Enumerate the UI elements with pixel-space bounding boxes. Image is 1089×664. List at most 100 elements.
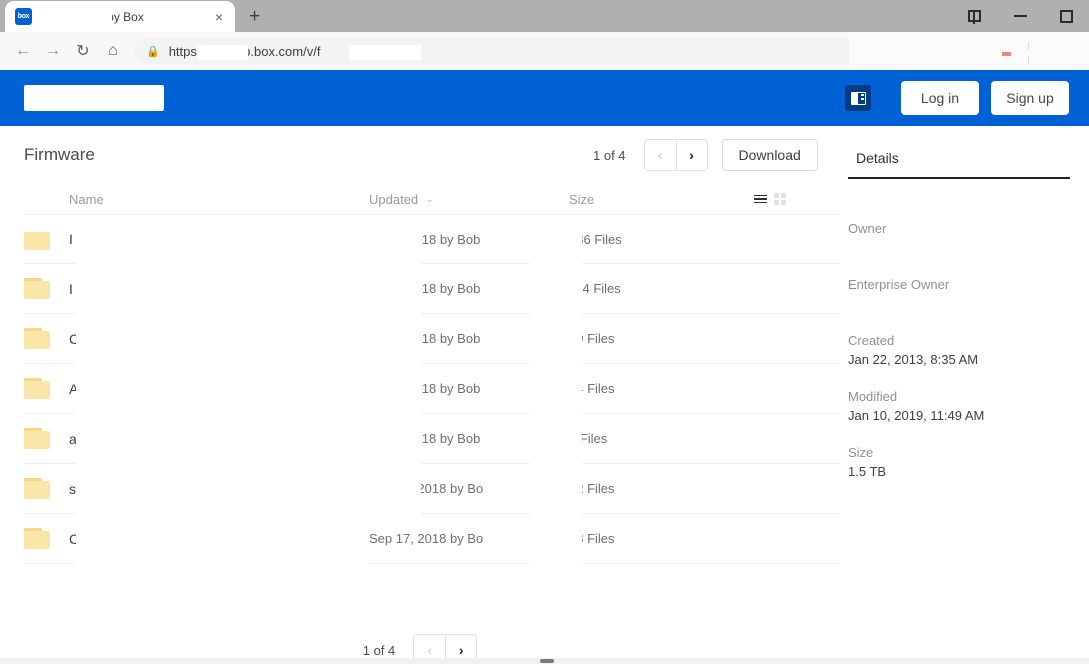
browser-chrome: box _ | Powered by Box × + ← → ↻ ⌂ 🔒 htt… bbox=[0, 0, 1089, 70]
cell-updated: Oct 2, 2018 by Bob bbox=[369, 431, 569, 446]
folder-name: C k bbox=[69, 531, 90, 547]
folder-name: I bbox=[69, 231, 73, 247]
bottom-page-count: 1 of 4 bbox=[363, 643, 396, 658]
table-row[interactable]: A Oct 2, 2018 by Bob24 Files bbox=[24, 364, 840, 414]
cell-name[interactable]: C k bbox=[24, 528, 369, 549]
download-button[interactable]: Download bbox=[722, 139, 818, 171]
minimize-icon[interactable] bbox=[997, 0, 1043, 32]
cell-name[interactable]: I bbox=[24, 229, 369, 250]
file-list: IOct 2, 2018 by Bob186 FilesIOct 2, 2018… bbox=[0, 214, 840, 564]
folder-icon bbox=[24, 478, 50, 499]
folder-icon bbox=[24, 278, 50, 299]
table-row[interactable]: s Sep 24, 2018 by Bo52 Files bbox=[24, 464, 840, 514]
cell-size: 186 Files bbox=[569, 232, 754, 247]
home-icon[interactable]: ⌂ bbox=[98, 36, 128, 66]
cell-size: 52 Files bbox=[569, 481, 754, 496]
cell-size: 99 Files bbox=[569, 331, 754, 346]
restore-windows-icon[interactable] bbox=[951, 0, 997, 32]
owner-redaction-right bbox=[944, 240, 1064, 257]
grid-view-icon[interactable] bbox=[774, 193, 786, 205]
cell-updated: Oct 2, 2018 by Bob bbox=[369, 281, 569, 296]
detail-size-label: Size bbox=[848, 445, 1089, 460]
table-header-row: Name Updated ⌄ Size bbox=[0, 184, 840, 214]
cell-updated: Sep 17, 2018 by Bo bbox=[369, 531, 569, 546]
tab-strip: box _ | Powered by Box × + bbox=[0, 0, 1089, 32]
cell-size: 9 Files bbox=[569, 431, 754, 446]
column-header-updated[interactable]: Updated ⌄ bbox=[369, 192, 569, 207]
cell-name[interactable]: A bbox=[24, 378, 369, 399]
tab-details[interactable]: Details bbox=[848, 150, 1070, 179]
url-text: https://c n.app.box.com/v/f bbox=[169, 44, 321, 59]
scrollbar-thumb[interactable] bbox=[540, 659, 554, 663]
detail-modified-label: Modified bbox=[848, 389, 1089, 404]
new-tab-button[interactable]: + bbox=[249, 7, 260, 26]
page-title: Firmware bbox=[24, 145, 95, 165]
login-button[interactable]: Log in bbox=[901, 81, 979, 115]
detail-modified: Modified Jan 10, 2019, 11:49 AM bbox=[848, 389, 1089, 423]
list-view-icon[interactable] bbox=[754, 195, 767, 204]
detail-modified-value: Jan 10, 2019, 11:49 AM bbox=[848, 408, 1089, 423]
url-redaction-domain bbox=[198, 45, 248, 60]
cell-updated: Sep 24, 2018 by Bo bbox=[369, 481, 569, 496]
folder-name: s bbox=[69, 481, 76, 497]
folder-name: a bbox=[69, 431, 77, 447]
browser-tab[interactable]: box _ | Powered by Box × bbox=[5, 1, 235, 32]
prev-page-button[interactable]: ‹ bbox=[645, 140, 676, 170]
cell-name[interactable]: I bbox=[24, 278, 369, 299]
panel-icon bbox=[851, 92, 866, 105]
enterprise-owner-redaction-2 bbox=[848, 307, 1048, 319]
table-row[interactable]: C k Sep 17, 2018 by Bo28 Files bbox=[24, 514, 840, 564]
detail-created-value: Jan 22, 2013, 8:35 AM bbox=[848, 352, 1089, 367]
maximize-icon[interactable] bbox=[1043, 0, 1089, 32]
navigation-bar: ← → ↻ ⌂ 🔒 https://c n.app.box.com/v/f bbox=[0, 32, 1089, 70]
cell-size: 24 Files bbox=[569, 381, 754, 396]
cell-updated: Oct 2, 2018 by Bob bbox=[369, 331, 569, 346]
view-toggle-group bbox=[754, 193, 786, 205]
detail-size: Size 1.5 TB bbox=[848, 445, 1089, 479]
table-row[interactable]: IOct 2, 2018 by Bob186 Files bbox=[24, 214, 840, 264]
next-page-button[interactable]: › bbox=[676, 140, 707, 170]
folder-name: I bbox=[69, 281, 73, 297]
details-list: Owner Enterprise Owner Created Jan 22, 2… bbox=[848, 221, 1089, 479]
detail-enterprise-owner: Enterprise Owner bbox=[848, 277, 1089, 311]
cell-size: 28 Files bbox=[569, 531, 754, 546]
reload-icon[interactable]: ↻ bbox=[68, 36, 98, 66]
signup-button[interactable]: Sign up bbox=[991, 81, 1069, 115]
detail-owner: Owner bbox=[848, 221, 1089, 255]
column-header-updated-label: Updated bbox=[369, 192, 418, 207]
folder-icon bbox=[24, 428, 50, 449]
box-favicon: box bbox=[15, 8, 32, 25]
folder-name: C bbox=[69, 331, 79, 347]
folder-icon bbox=[24, 328, 50, 349]
cell-updated: Oct 2, 2018 by Bob bbox=[369, 381, 569, 396]
cell-size: 114 Files bbox=[569, 281, 754, 296]
forward-icon[interactable]: → bbox=[38, 36, 68, 66]
horizontal-scrollbar[interactable] bbox=[0, 658, 1089, 664]
brand-logo-redaction bbox=[24, 85, 164, 111]
detail-enterprise-owner-label: Enterprise Owner bbox=[848, 277, 1089, 292]
close-icon[interactable]: × bbox=[211, 10, 227, 24]
cell-name[interactable]: a bbox=[24, 428, 369, 449]
sidebar-toggle-button[interactable] bbox=[845, 85, 871, 111]
file-list-pane: Firmware Name Updated ⌄ Size IOct 2, 201… bbox=[0, 126, 840, 664]
top-pager-controls: ‹ › bbox=[644, 139, 708, 171]
details-panel: Details Owner Enterprise Owner Created J… bbox=[840, 126, 1089, 664]
tab-title: _ | Powered by Box bbox=[40, 10, 203, 24]
table-row[interactable]: I Oct 2, 2018 by Bob114 Files bbox=[24, 264, 840, 314]
folder-icon bbox=[24, 378, 50, 399]
column-header-size[interactable]: Size bbox=[569, 192, 754, 207]
chevron-down-icon: ⌄ bbox=[426, 194, 434, 205]
cell-name[interactable]: s bbox=[24, 478, 369, 499]
cell-name[interactable]: C bbox=[24, 328, 369, 349]
folder-icon bbox=[24, 528, 50, 549]
content-area: Firmware Name Updated ⌄ Size IOct 2, 201… bbox=[0, 126, 1089, 664]
table-row[interactable]: C Oct 2, 2018 by Bob99 Files bbox=[24, 314, 840, 364]
table-row[interactable]: a Oct 2, 2018 by Bob9 Files bbox=[24, 414, 840, 464]
tab-title-redaction bbox=[40, 10, 112, 24]
url-redaction-path bbox=[349, 45, 421, 60]
column-header-name[interactable]: Name bbox=[24, 192, 369, 207]
back-icon[interactable]: ← bbox=[8, 36, 38, 66]
detail-owner-label: Owner bbox=[848, 221, 1089, 236]
folder-name: A bbox=[69, 381, 78, 397]
folder-icon bbox=[24, 229, 50, 250]
